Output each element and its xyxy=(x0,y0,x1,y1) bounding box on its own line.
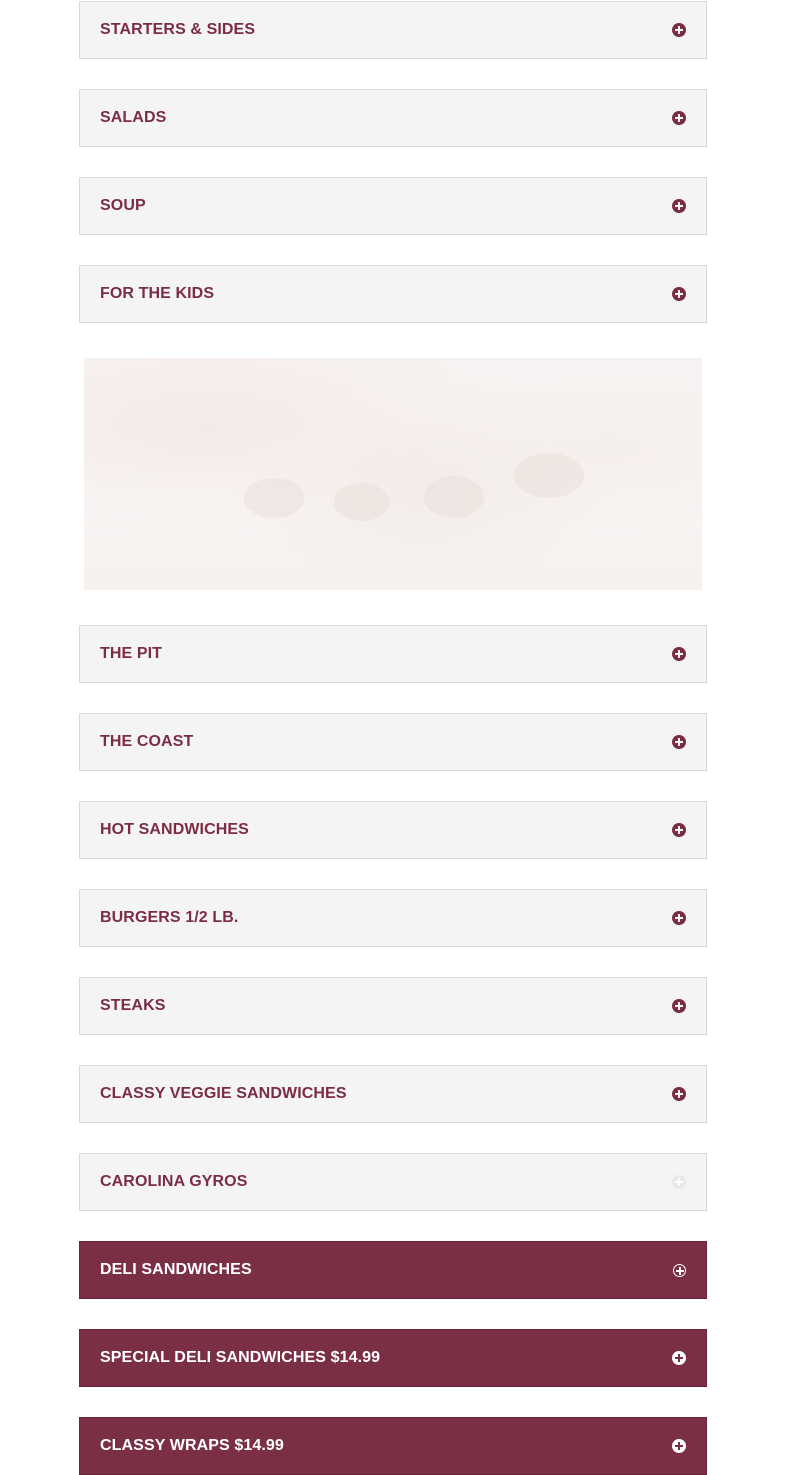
accordion-classy-veggie-sandwiches[interactable]: CLASSY VEGGIE SANDWICHES xyxy=(79,1065,707,1123)
plus-circle-icon[interactable] xyxy=(672,647,686,661)
accordion-title: CLASSY VEGGIE SANDWICHES xyxy=(100,1085,347,1102)
plus-circle-icon[interactable] xyxy=(672,1175,686,1189)
plus-circle-icon[interactable] xyxy=(672,823,686,837)
accordion-deli-sandwiches[interactable]: DELI SANDWICHES xyxy=(79,1241,707,1299)
accordion-title: STARTERS & SIDES xyxy=(100,21,256,38)
accordion-for-the-kids[interactable]: FOR THE KIDS xyxy=(79,265,707,323)
plus-circle-icon[interactable] xyxy=(672,911,686,925)
plus-circle-icon[interactable] xyxy=(672,1351,686,1365)
plus-circle-icon[interactable] xyxy=(672,287,686,301)
accordion-the-pit[interactable]: THE PIT xyxy=(79,625,707,683)
accordion-classy-wraps[interactable]: CLASSY WRAPS $14.99 xyxy=(79,1417,707,1475)
accordion-title: DELI SANDWICHES xyxy=(100,1261,252,1278)
plus-circle-icon[interactable] xyxy=(672,735,686,749)
accordion-carolina-gyros[interactable]: CAROLINA GYROS xyxy=(79,1153,707,1211)
accordion-title: CLASSY WRAPS $14.99 xyxy=(100,1437,284,1454)
accordion-title: SOUP xyxy=(100,197,146,214)
accordion-title: FOR THE KIDS xyxy=(100,285,215,302)
accordion-the-coast[interactable]: THE COAST xyxy=(79,713,707,771)
accordion-steaks[interactable]: STEAKS xyxy=(79,977,707,1035)
accordion-title: THE PIT xyxy=(100,645,163,662)
accordion-soup[interactable]: SOUP xyxy=(79,177,707,235)
accordion-title: THE COAST xyxy=(100,733,194,750)
accordion-title: BURGERS 1/2 LB. xyxy=(100,909,239,926)
plus-circle-icon[interactable] xyxy=(672,1439,686,1453)
accordion-salads[interactable]: SALADS xyxy=(79,89,707,147)
plus-circle-icon[interactable] xyxy=(672,23,686,37)
accordion-title: SALADS xyxy=(100,109,167,126)
accordion-title: CAROLINA GYROS xyxy=(100,1173,248,1190)
accordion-title: SPECIAL DELI SANDWICHES $14.99 xyxy=(100,1349,381,1366)
accordion-title: STEAKS xyxy=(100,997,166,1014)
accordion-starters-sides[interactable]: STARTERS & SIDES xyxy=(79,1,707,59)
plus-circle-icon[interactable] xyxy=(672,111,686,125)
plus-circle-icon[interactable] xyxy=(672,199,686,213)
plus-circle-icon[interactable] xyxy=(672,1087,686,1101)
food-photo xyxy=(84,358,702,590)
accordion-burgers[interactable]: BURGERS 1/2 LB. xyxy=(79,889,707,947)
accordion-special-deli-sandwiches[interactable]: SPECIAL DELI SANDWICHES $14.99 xyxy=(79,1329,707,1387)
accordion-hot-sandwiches[interactable]: HOT SANDWICHES xyxy=(79,801,707,859)
plus-circle-icon[interactable] xyxy=(673,1264,686,1277)
plus-circle-icon[interactable] xyxy=(672,999,686,1013)
accordion-title: HOT SANDWICHES xyxy=(100,821,249,838)
